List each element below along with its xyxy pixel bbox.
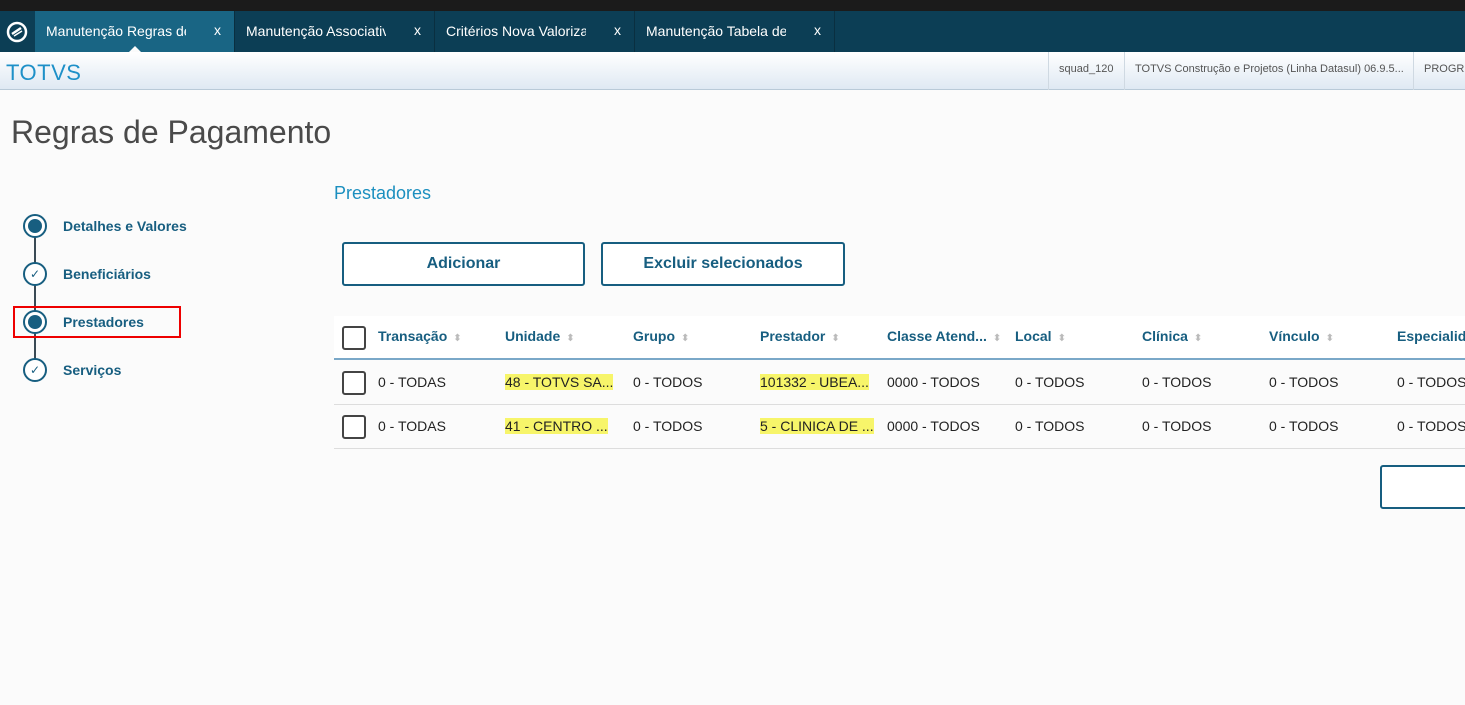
cell-grupo: 0 - TODOS	[633, 418, 703, 434]
column-header-unidade[interactable]: Unidade ⬍	[505, 328, 575, 344]
offscreen-button[interactable]	[1380, 465, 1465, 509]
cell-especialidade: 0 - TODOS	[1397, 418, 1465, 434]
cell-local: 0 - TODOS	[1015, 374, 1085, 390]
column-header-local[interactable]: Local ⬍	[1015, 328, 1066, 344]
sort-icon: ⬍	[992, 333, 1002, 344]
cell-classe-atendimento: 0000 - TODOS	[887, 374, 980, 390]
tab-label: Critérios Nova Valoriza	[446, 23, 586, 39]
close-icon[interactable]: x	[214, 22, 221, 38]
select-all-checkbox[interactable]	[342, 326, 366, 350]
brand-logo: TOTVS	[6, 60, 82, 85]
sort-icon: ⬍	[681, 333, 690, 344]
step-label-detalhes[interactable]: Detalhes e Valores	[63, 218, 187, 234]
sort-icon: ⬍	[566, 333, 575, 344]
home-button[interactable]	[0, 11, 33, 52]
cell-vinculo: 0 - TODOS	[1269, 374, 1339, 390]
table-row[interactable]: 0 - TODAS 48 - TOTVS SA... 0 - TODOS 101…	[334, 361, 1465, 405]
column-header-clinica[interactable]: Clínica ⬍	[1142, 328, 1202, 344]
annotation-red-box	[13, 306, 181, 338]
cell-prestador: 5 - CLINICA DE ...	[760, 418, 874, 434]
cell-vinculo: 0 - TODOS	[1269, 418, 1339, 434]
column-header-classe-atendimento[interactable]: Classe Atend... ⬍	[887, 328, 1001, 344]
cell-unidade: 41 - CENTRO ...	[505, 418, 608, 434]
step-indicator-servicos[interactable]: ✓	[23, 358, 47, 382]
sort-icon: ⬍	[1057, 333, 1066, 344]
step-indicator-beneficiarios[interactable]: ✓	[23, 262, 47, 286]
sort-icon: ⬍	[831, 333, 840, 344]
cell-prestador: 101332 - UBEA...	[760, 374, 869, 390]
add-button[interactable]: Adicionar	[342, 242, 585, 286]
cell-classe-atendimento: 0000 - TODOS	[887, 418, 980, 434]
totvs-logo-icon	[6, 21, 27, 42]
tab-criterios-nova-valorizacao[interactable]: Critérios Nova Valoriza x	[435, 11, 635, 52]
sort-icon: ⬍	[1325, 333, 1334, 344]
current-step-dot-icon	[28, 219, 42, 233]
cell-transacao: 0 - TODAS	[378, 374, 446, 390]
cell-especialidade: 0 - TODOS	[1397, 374, 1465, 390]
tab-label: Manutenção Associativ	[246, 23, 386, 39]
close-icon[interactable]: x	[414, 22, 421, 38]
cell-transacao: 0 - TODAS	[378, 418, 446, 434]
section-title: Prestadores	[334, 183, 432, 203]
table-header: Transação ⬍ Unidade ⬍ Grupo ⬍ Prestador ⬍ Cl…	[334, 316, 1465, 360]
header-product[interactable]: TOTVS Construção e Projetos (Linha Datas…	[1124, 52, 1413, 90]
check-icon: ✓	[29, 363, 41, 377]
sort-icon: ⬍	[1193, 333, 1203, 344]
cell-grupo: 0 - TODOS	[633, 374, 703, 390]
check-icon: ✓	[29, 267, 41, 281]
tab-label: Manutenção Regras de	[46, 23, 186, 39]
column-header-grupo[interactable]: Grupo ⬍	[633, 328, 689, 344]
header-user[interactable]: squad_120	[1048, 52, 1124, 90]
sort-icon: ⬍	[453, 333, 462, 344]
row-checkbox[interactable]	[342, 415, 366, 439]
stepper-line	[34, 228, 36, 370]
app-header: TOTVS squad_120 TOTVS Construção e Proje…	[0, 52, 1465, 90]
tab-label: Manutenção Tabela de	[646, 23, 786, 39]
tab-bar: Manutenção Regras de x Manutenção Associ…	[0, 11, 1465, 52]
step-label-beneficiarios[interactable]: Beneficiários	[63, 266, 151, 282]
window-top-strip	[0, 0, 1465, 11]
close-icon[interactable]: x	[814, 22, 821, 38]
close-icon[interactable]: x	[614, 22, 621, 38]
step-indicator-detalhes[interactable]	[23, 214, 47, 238]
column-header-especialidade[interactable]: Especialida	[1397, 328, 1465, 344]
step-label-servicos[interactable]: Serviços	[63, 362, 121, 378]
column-header-transacao[interactable]: Transação ⬍	[378, 328, 462, 344]
table-row[interactable]: 0 - TODAS 41 - CENTRO ... 0 - TODOS 5 - …	[334, 405, 1465, 449]
cell-unidade: 48 - TOTVS SA...	[505, 374, 614, 390]
delete-selected-button[interactable]: Excluir selecionados	[601, 242, 845, 286]
cell-clinica: 0 - TODOS	[1142, 374, 1212, 390]
header-program[interactable]: PROGR	[1413, 52, 1465, 90]
cell-local: 0 - TODOS	[1015, 418, 1085, 434]
column-header-vinculo[interactable]: Vínculo ⬍	[1269, 328, 1334, 344]
tab-manutencao-regras[interactable]: Manutenção Regras de x	[35, 11, 235, 52]
row-checkbox[interactable]	[342, 371, 366, 395]
cell-clinica: 0 - TODOS	[1142, 418, 1212, 434]
tab-manutencao-associativa[interactable]: Manutenção Associativ x	[235, 11, 435, 52]
page-title: Regras de Pagamento	[11, 114, 332, 150]
column-header-prestador[interactable]: Prestador ⬍	[760, 328, 840, 344]
tab-manutencao-tabela[interactable]: Manutenção Tabela de x	[635, 11, 835, 52]
